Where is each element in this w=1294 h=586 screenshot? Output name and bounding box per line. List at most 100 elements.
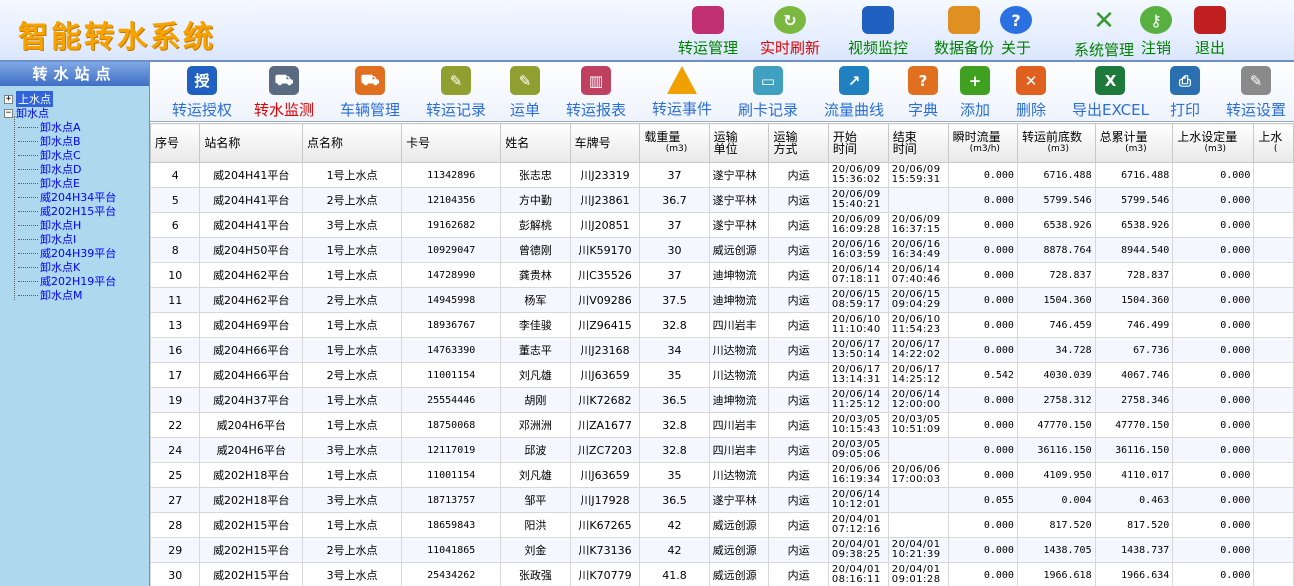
column-header[interactable]: 结束 时间 bbox=[887, 123, 949, 163]
tree-node-child[interactable]: 卸水点H bbox=[4, 218, 149, 232]
table-row[interactable]: 10 威204H62平台 1号上水点 14728990 龚贵林 川C35526 37 迪坤物流… bbox=[150, 262, 1294, 288]
report-chart-button[interactable]: ▥ 转运报表 bbox=[566, 64, 626, 120]
excel-button[interactable]: X 导出EXCEL bbox=[1072, 64, 1149, 120]
table-row[interactable]: 17 威204H66平台 2号上水点 11001154 刘凡雄 川J63659 35 川达物流… bbox=[150, 362, 1294, 388]
exit-door-icon bbox=[1194, 6, 1226, 34]
cell-base-reading: 4109.950 bbox=[1016, 462, 1096, 488]
expand-plus-icon[interactable]: + bbox=[4, 94, 13, 104]
card-button[interactable]: ▭ 刷卡记录 bbox=[738, 64, 798, 120]
column-header[interactable]: 姓名 bbox=[500, 123, 571, 163]
video-camera-button[interactable]: 视频监控 bbox=[838, 4, 918, 58]
cell-driver-name: 杨军 bbox=[500, 287, 571, 313]
monitor-truck-button[interactable]: ⛟ 转水监测 bbox=[254, 64, 314, 120]
tree-node-child[interactable]: 卸水点K bbox=[4, 260, 149, 274]
table-row[interactable]: 25 威202H18平台 1号上水点 11001154 刘凡雄 川J63659 35 川达物流… bbox=[150, 462, 1294, 488]
cell-card-no: 19162682 bbox=[401, 212, 502, 238]
warning-icon bbox=[667, 66, 697, 94]
column-header[interactable]: 载重量 (m3) bbox=[639, 123, 710, 163]
column-header[interactable]: 车牌号 bbox=[569, 123, 641, 163]
collapse-minus-icon[interactable]: − bbox=[4, 108, 13, 118]
tools-button[interactable]: ✕ 系统管理 bbox=[1064, 4, 1144, 59]
cell-point: 1号上水点 bbox=[301, 412, 403, 438]
cell-index: 6 bbox=[150, 212, 201, 238]
table-row[interactable]: 4 威204H41平台 1号上水点 11342896 张志忠 川J23319 37 遂宁平林内… bbox=[150, 162, 1294, 188]
column-header[interactable]: 上水设定量 (m3) bbox=[1172, 123, 1255, 163]
header-button-label: 数据备份 bbox=[933, 39, 994, 57]
cell-end-time: 20/03/05 10:51:09 bbox=[887, 412, 949, 438]
header-button-label: 系统管理 bbox=[1073, 41, 1134, 59]
tree-node-child[interactable]: 卸水点C bbox=[4, 148, 149, 162]
table-row[interactable]: 22 威204H6平台 1号上水点 18750068 邓洲洲 川ZA1677 32.8 四川岩… bbox=[150, 412, 1294, 438]
column-header[interactable]: 运输 方式 bbox=[768, 123, 829, 163]
backup-icon bbox=[948, 6, 980, 34]
tree-node-down-station[interactable]: − 卸水点 bbox=[4, 106, 149, 120]
tanker-truck-button[interactable]: ⛟ 车辆管理 bbox=[340, 64, 400, 120]
cell-transport-mode: 内运 bbox=[768, 287, 829, 313]
column-header[interactable]: 上水( bbox=[1253, 123, 1294, 163]
column-header[interactable]: 运输 单位 bbox=[708, 123, 770, 163]
tree-node-child[interactable]: 威202H15平台 bbox=[4, 204, 149, 218]
table-row[interactable]: 16 威204H66平台 1号上水点 14763390 董志平 川J23168 34 川达物流… bbox=[150, 337, 1294, 363]
cell-setpoint: 0.000 bbox=[1172, 362, 1255, 388]
tree-node-child[interactable]: 卸水点I bbox=[4, 232, 149, 246]
warning-button[interactable]: 转运事件 bbox=[652, 64, 712, 120]
printer-button[interactable]: ⎙ 打印 bbox=[1170, 64, 1200, 120]
tree-node-child[interactable]: 卸水点A bbox=[4, 120, 149, 134]
table-row[interactable]: 29 威202H15平台 2号上水点 11041865 刘金 川K73136 42 威远创源内… bbox=[150, 537, 1294, 563]
tree-node-child[interactable]: 卸水点B bbox=[4, 134, 149, 148]
column-header[interactable]: 总累计量 (m3) bbox=[1094, 123, 1174, 163]
table-row[interactable]: 30 威202H15平台 3号上水点 25434262 张政强 川K70779 41.8 威远… bbox=[150, 562, 1294, 586]
tree-node-child[interactable]: 卸水点D bbox=[4, 162, 149, 176]
table-row[interactable]: 6 威204H41平台 3号上水点 19162682 彭解桃 川J20851 37 遂宁平林内… bbox=[150, 212, 1294, 238]
table-row[interactable]: 24 威204H6平台 3号上水点 12117019 邱波 川ZC7203 32.8 四川岩丰… bbox=[150, 437, 1294, 463]
column-header[interactable]: 开始 时间 bbox=[827, 123, 889, 163]
tree-node-up-station[interactable]: + 上水点 bbox=[4, 91, 149, 107]
refresh-button[interactable]: ↻ 实时刷新 bbox=[750, 4, 830, 58]
help-button[interactable]: ? 关于 bbox=[994, 4, 1038, 58]
tree-node-child[interactable]: 威204H39平台 bbox=[4, 246, 149, 260]
key-button[interactable]: ⚷ 注销 bbox=[1134, 4, 1178, 58]
table-row[interactable]: 19 威204H37平台 1号上水点 25554446 胡刚 川K72682 36.5 迪坤物… bbox=[150, 387, 1294, 413]
settings-edit-button[interactable]: ✎ 转运设置 bbox=[1226, 64, 1286, 120]
flow-chart-button[interactable]: ↗ 流量曲线 bbox=[824, 64, 884, 120]
cell-start-time: 20/06/14 07:18:11 bbox=[827, 262, 889, 288]
waybill-button[interactable]: ✎ 运单 bbox=[510, 64, 540, 120]
table-row[interactable]: 13 威204H69平台 1号上水点 18936767 李佳骏 川Z96415 32.8 四川… bbox=[150, 312, 1294, 338]
column-header[interactable]: 卡号 bbox=[401, 123, 502, 163]
toolbar-button-label: 转运报表 bbox=[566, 101, 627, 119]
tree-node-child[interactable]: 卸水点E bbox=[4, 176, 149, 190]
cell-end-time: 20/06/10 11:54:23 bbox=[887, 312, 949, 338]
delete-button[interactable]: ✕ 删除 bbox=[1016, 64, 1046, 120]
cell-total: 6716.488 bbox=[1094, 162, 1174, 188]
table-row[interactable]: 11 威204H62平台 2号上水点 14945998 杨军 川V09286 37.5 迪坤物… bbox=[150, 287, 1294, 313]
column-header[interactable]: 序号 bbox=[150, 123, 201, 163]
end-clock: 10:21:39 bbox=[891, 549, 941, 560]
cell-station: 威204H41平台 bbox=[199, 187, 303, 213]
tree-node-child[interactable]: 威204H34平台 bbox=[4, 190, 149, 204]
dictionary-button[interactable]: ? 字典 bbox=[908, 64, 938, 120]
column-header-label-line2: 单位 bbox=[713, 142, 738, 156]
cell-index: 13 bbox=[150, 312, 201, 338]
add-button[interactable]: + 添加 bbox=[960, 64, 990, 120]
column-header[interactable]: 转运前底数 (m3) bbox=[1016, 123, 1096, 163]
authorize-button[interactable]: 授转运授权 bbox=[172, 64, 232, 120]
column-header[interactable]: 站名称 bbox=[199, 123, 303, 163]
cell-driver-name: 彭解桃 bbox=[500, 212, 571, 238]
tree-node-child[interactable]: 威202H19平台 bbox=[4, 274, 149, 288]
exit-door-button[interactable]: 退出 bbox=[1188, 4, 1232, 58]
key-icon: ⚷ bbox=[1140, 6, 1172, 34]
toolbar-button-label: 转运事件 bbox=[652, 100, 713, 118]
column-header[interactable]: 瞬时流量 (m3/h) bbox=[947, 123, 1018, 163]
backup-button[interactable]: 数据备份 bbox=[924, 4, 1004, 58]
record-button[interactable]: ✎ 转运记录 bbox=[426, 64, 486, 120]
truck-button[interactable]: 转运管理 bbox=[668, 4, 748, 58]
tree-node-child[interactable]: 卸水点M bbox=[4, 288, 149, 302]
column-header[interactable]: 点名称 bbox=[301, 123, 403, 163]
cell-index: 10 bbox=[150, 262, 201, 288]
table-row[interactable]: 27 威202H18平台 3号上水点 18713757 邹平 川J17928 36.5 遂宁平… bbox=[150, 487, 1294, 513]
cell-card-no: 18936767 bbox=[401, 312, 502, 338]
cell-overflow bbox=[1253, 412, 1294, 438]
table-row[interactable]: 28 威202H15平台 1号上水点 18659843 阳洪 川K67265 42 威远创源内… bbox=[150, 512, 1294, 538]
table-row[interactable]: 5 威204H41平台 2号上水点 12104356 方中勤 川J23861 36.7 遂宁平… bbox=[150, 187, 1294, 213]
table-row[interactable]: 8 威204H50平台 1号上水点 10929047 曾德刚 川K59170 30 威远创源内… bbox=[150, 237, 1294, 263]
